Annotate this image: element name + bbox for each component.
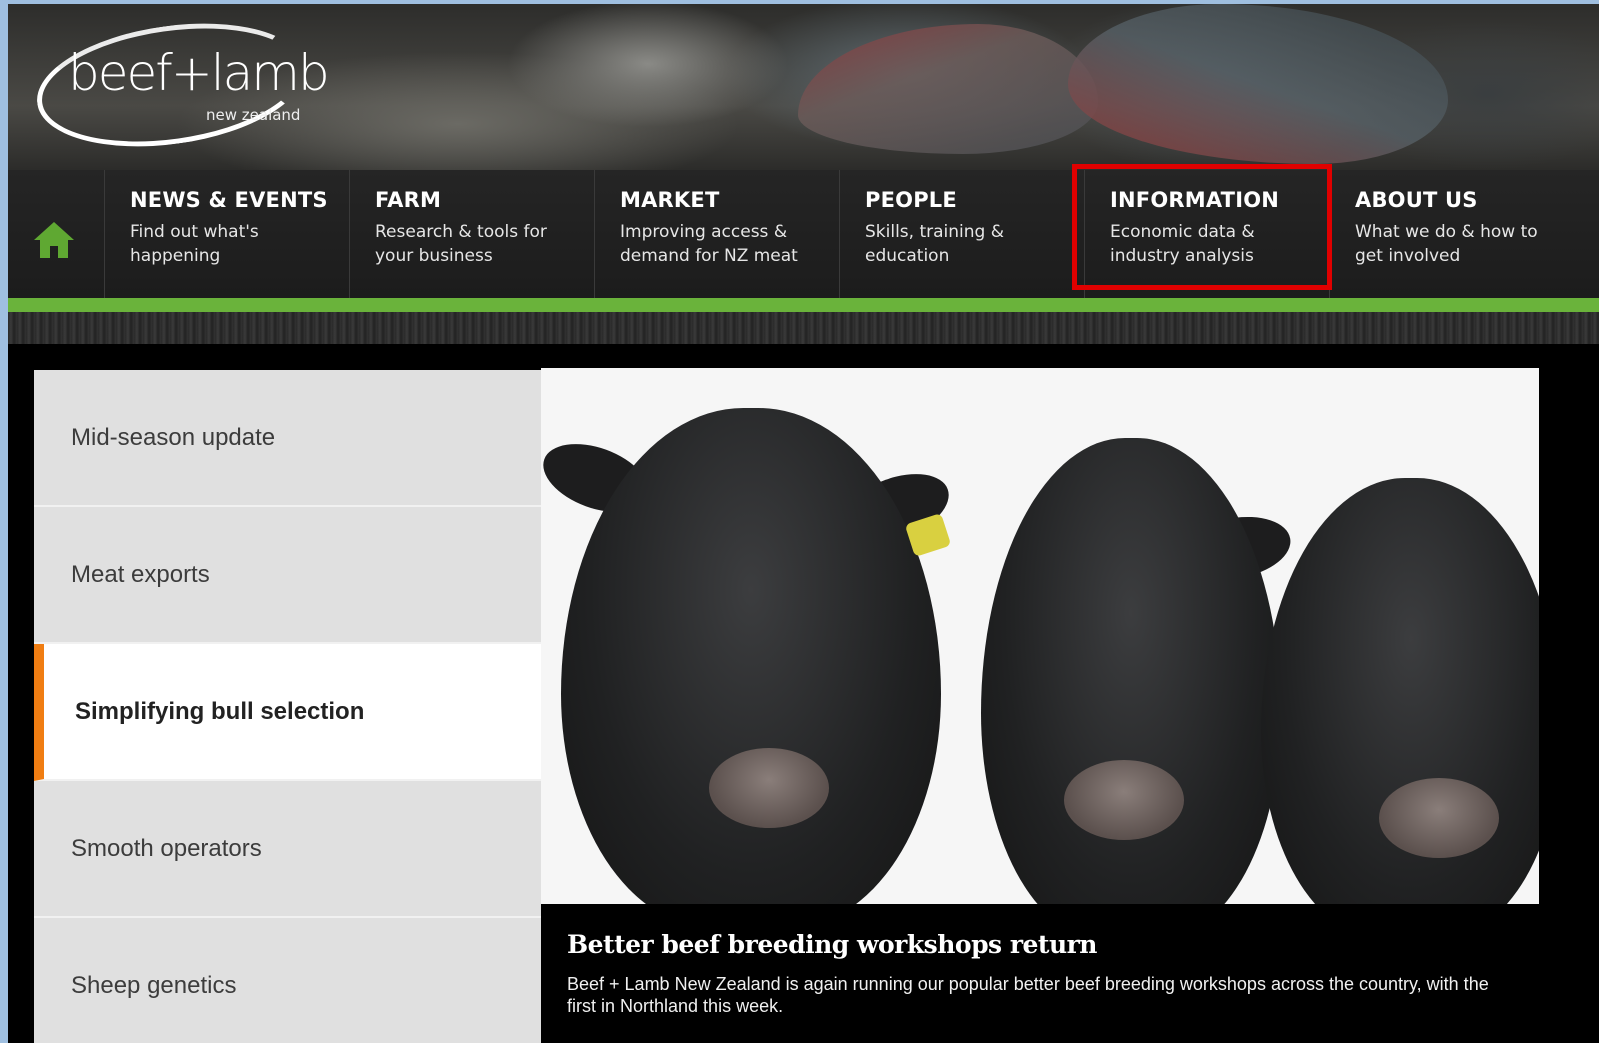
nav-item-title: ABOUT US (1355, 188, 1478, 212)
feature-sidebar: Mid-season update Meat exports Simplifyi… (34, 370, 557, 1043)
feature-caption: Better beef breeding workshops return Be… (541, 904, 1539, 1043)
nav-item-market[interactable]: MARKET Improving access & demand for NZ … (595, 170, 840, 298)
sidebar-item-label: Smooth operators (71, 834, 262, 862)
cow-muzzle (1379, 778, 1499, 858)
feature-title[interactable]: Better beef breeding workshops return (567, 930, 1539, 959)
nav-home-button[interactable] (8, 170, 105, 298)
feature-image[interactable] (541, 368, 1539, 904)
nav-item-desc: Research & tools for your business (375, 222, 547, 266)
sidebar-item-label: Simplifying bull selection (75, 697, 365, 725)
nav-item-title: INFORMATION (1110, 188, 1280, 212)
sidebar-item-label: Sheep genetics (71, 971, 237, 999)
sidebar-item-mid-season-update[interactable]: Mid-season update (34, 370, 541, 507)
logo-subtext: new zealand (206, 106, 301, 124)
sidebar-item-simplifying-bull-selection[interactable]: Simplifying bull selection (34, 644, 557, 781)
nav-item-desc: Improving access & demand for NZ meat (620, 222, 798, 266)
site-logo[interactable]: beef+lamb new zealand (29, 7, 330, 163)
nav-accent-bar (8, 298, 1599, 312)
header-photo: beef+lamb new zealand (8, 4, 1599, 174)
nav-item-news-events[interactable]: NEWS & EVENTS Find out what's happening (105, 170, 350, 298)
page-frame: beef+lamb new zealand NEWS & EVENTS Find… (8, 4, 1599, 1043)
nav-item-title: MARKET (620, 188, 720, 212)
sidebar-item-label: Mid-season update (71, 423, 276, 451)
nav-item-title: PEOPLE (865, 188, 957, 212)
cow-muzzle (1064, 760, 1184, 840)
texture-strip (8, 312, 1599, 344)
nav-item-title: NEWS & EVENTS (130, 188, 328, 212)
nav-item-information[interactable]: INFORMATION Economic data & industry ana… (1085, 170, 1330, 298)
sidebar-item-label: Meat exports (71, 560, 210, 588)
nav-item-title: FARM (375, 188, 442, 212)
sidebar-item-sheep-genetics[interactable]: Sheep genetics (34, 918, 541, 1043)
nav-item-desc: Find out what's happening (130, 222, 259, 266)
boot-image (798, 24, 1098, 154)
main-nav: NEWS & EVENTS Find out what's happening … (8, 170, 1599, 298)
boot-image (1068, 4, 1448, 164)
nav-item-desc: Skills, training & education (865, 222, 1004, 266)
cow-muzzle (709, 748, 829, 828)
logo-wordmark: beef+lamb (68, 44, 330, 102)
nav-item-people[interactable]: PEOPLE Skills, training & education (840, 170, 1085, 298)
nav-item-desc: Economic data & industry analysis (1110, 222, 1255, 266)
feature-body: Beef + Lamb New Zealand is again running… (567, 974, 1489, 1016)
sidebar-item-meat-exports[interactable]: Meat exports (34, 507, 541, 644)
nav-item-about-us[interactable]: ABOUT US What we do & how to get involve… (1330, 170, 1596, 298)
nav-item-farm[interactable]: FARM Research & tools for your business (350, 170, 595, 298)
nav-item-desc: What we do & how to get involved (1355, 222, 1538, 266)
home-icon (34, 222, 74, 258)
sidebar-item-smooth-operators[interactable]: Smooth operators (34, 781, 541, 918)
